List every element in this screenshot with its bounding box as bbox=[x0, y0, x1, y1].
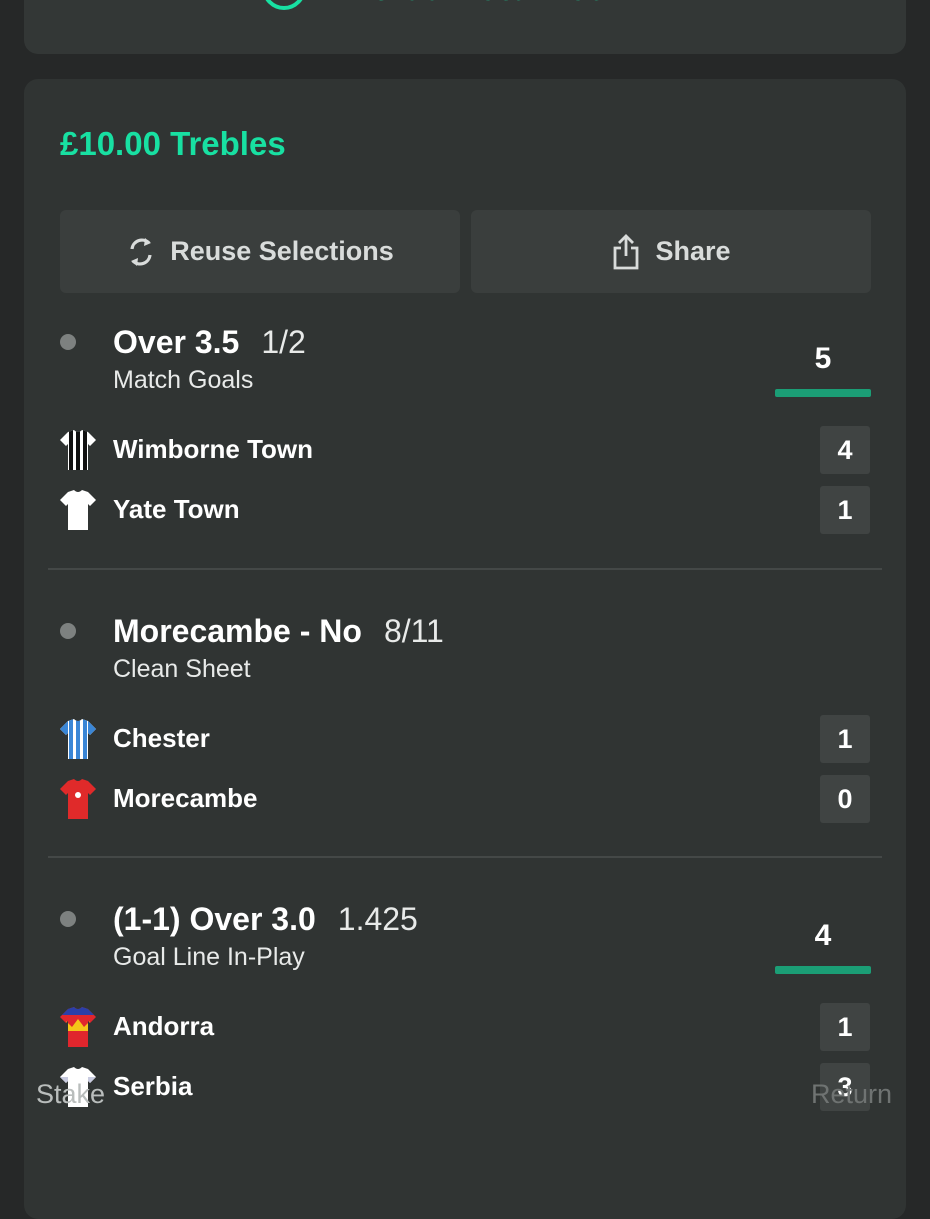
share-label: Share bbox=[655, 236, 731, 266]
bet-title: £10.00 Trebles bbox=[60, 125, 286, 162]
selection-market: Clean Sheet bbox=[113, 655, 251, 683]
selection-name: (1-1) Over 3.0 1.425 bbox=[113, 901, 418, 938]
team-score: 4 bbox=[820, 426, 870, 474]
team-name: Chester bbox=[113, 723, 210, 753]
shirt-icon bbox=[60, 430, 96, 470]
returned-banner: £45.00 Returned bbox=[262, 0, 610, 10]
shirt-icon bbox=[60, 719, 96, 759]
selection-market: Match Goals bbox=[113, 366, 254, 394]
divider bbox=[48, 568, 882, 570]
selection-name: Morecambe - No 8/11 bbox=[113, 613, 444, 650]
team-row: Chester 1 bbox=[60, 715, 870, 763]
shirt-icon bbox=[60, 1007, 96, 1047]
shirt-icon bbox=[60, 490, 96, 530]
selection-market: Goal Line In-Play bbox=[113, 943, 305, 971]
team-name: Wimborne Town bbox=[113, 434, 314, 464]
check-circle-icon bbox=[262, 0, 306, 10]
goal-progress-bar bbox=[775, 966, 871, 974]
team-row: Yate Town 1 bbox=[60, 486, 870, 534]
selection-odds: 1.425 bbox=[337, 901, 418, 937]
selection-odds: 8/11 bbox=[383, 613, 444, 649]
team-score: 1 bbox=[820, 1003, 870, 1051]
team-score: 1 bbox=[820, 715, 870, 763]
share-button[interactable]: Share bbox=[471, 210, 871, 293]
status-dot bbox=[60, 334, 76, 350]
goal-total: 4 bbox=[814, 919, 832, 952]
bet-card: £10.00 Trebles Reuse Selections Share Ov… bbox=[24, 79, 906, 1219]
returned-text: £45.00 Returned bbox=[332, 0, 610, 9]
reuse-selections-label: Reuse Selections bbox=[170, 236, 394, 266]
refresh-icon bbox=[126, 235, 156, 269]
team-name: Andorra bbox=[113, 1011, 215, 1041]
team-row: Morecambe 0 bbox=[60, 775, 870, 823]
team-name: Yate Town bbox=[113, 494, 240, 524]
team-row: Wimborne Town 4 bbox=[60, 426, 870, 474]
reuse-selections-button[interactable]: Reuse Selections bbox=[60, 210, 460, 293]
return-label: Return bbox=[810, 1079, 892, 1109]
selection-name-text: Morecambe - No bbox=[113, 613, 362, 649]
selection-name: Over 3.5 1/2 bbox=[113, 324, 306, 361]
selection-odds: 1/2 bbox=[261, 324, 306, 360]
team-row: Serbia 3 bbox=[60, 1063, 870, 1111]
team-score: 1 bbox=[820, 486, 870, 534]
returned-card: £45.00 Returned bbox=[24, 0, 906, 54]
stake-label: Stake bbox=[36, 1079, 106, 1109]
divider bbox=[48, 856, 882, 858]
goal-total: 5 bbox=[814, 342, 832, 375]
status-dot bbox=[60, 623, 76, 639]
shirt-icon bbox=[60, 779, 96, 819]
status-dot bbox=[60, 911, 76, 927]
team-name: Morecambe bbox=[113, 783, 258, 813]
team-row: Andorra 1 bbox=[60, 1003, 870, 1051]
team-score: 0 bbox=[820, 775, 870, 823]
share-icon bbox=[611, 233, 641, 270]
goal-progress-bar bbox=[775, 389, 871, 397]
selection-name-text: Over 3.5 bbox=[113, 324, 240, 360]
team-name: Serbia bbox=[113, 1071, 193, 1101]
selection-name-text: (1-1) Over 3.0 bbox=[113, 901, 316, 937]
